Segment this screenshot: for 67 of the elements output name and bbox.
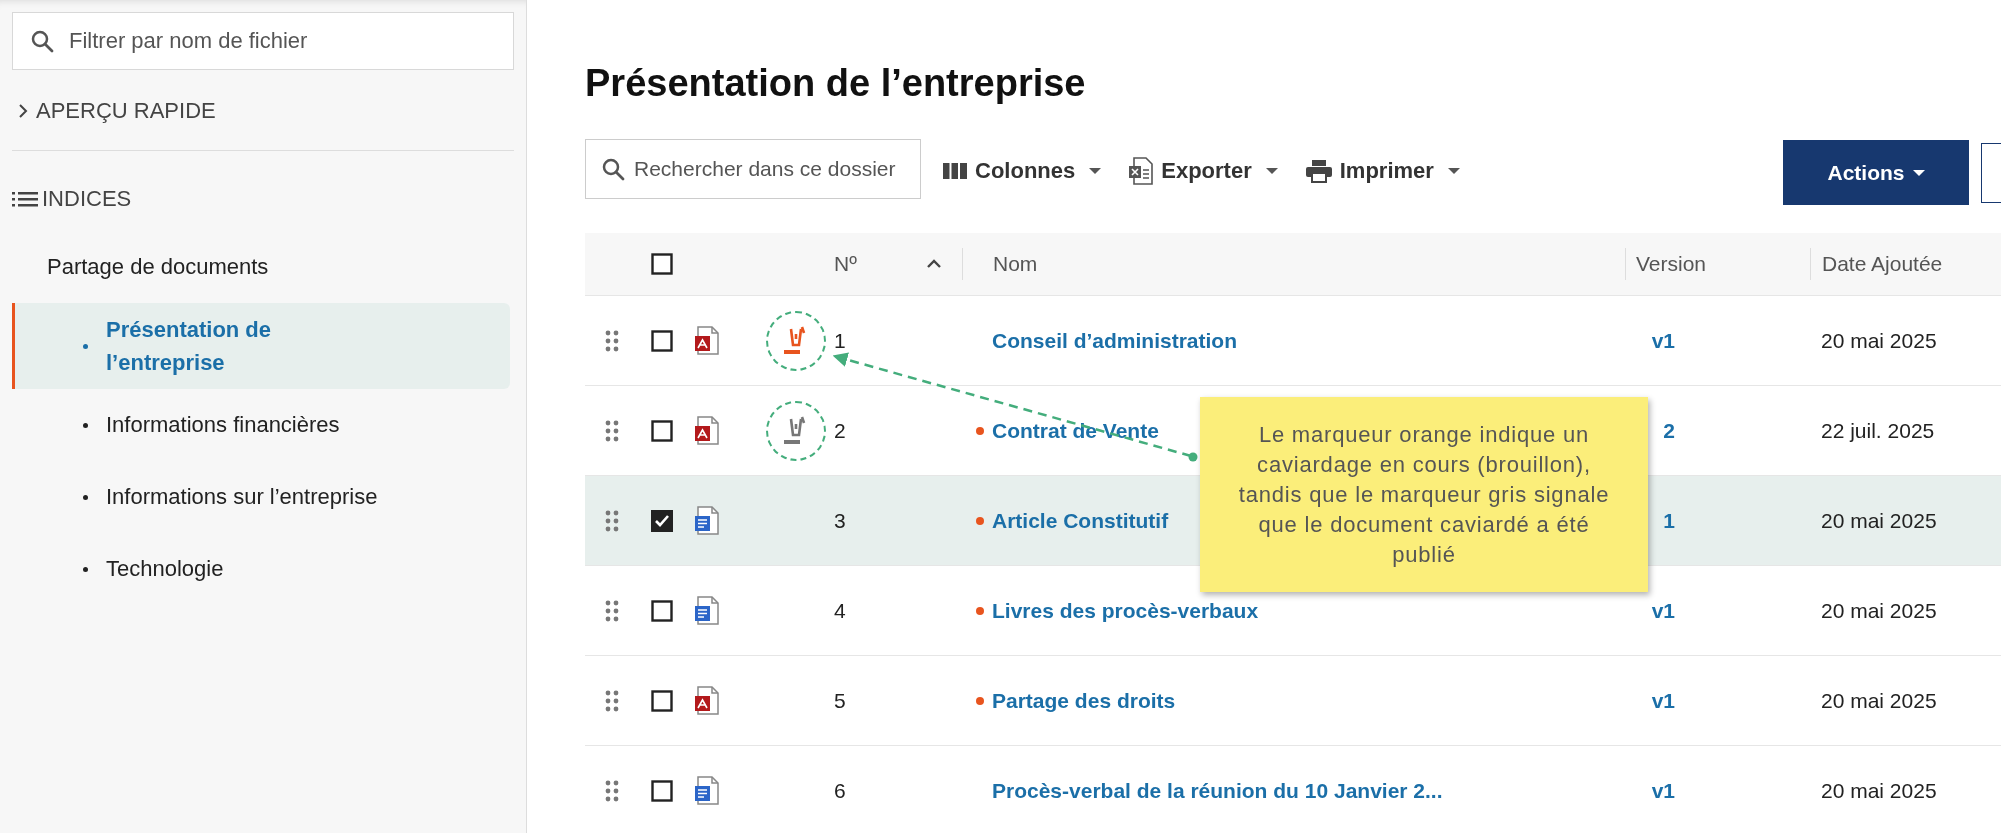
drag-handle-icon	[605, 599, 619, 622]
menu-button[interactable]: Colonnes	[937, 153, 1108, 188]
column-header[interactable]: Nom	[993, 252, 1038, 276]
columns-icon	[943, 160, 967, 181]
list-icon	[12, 190, 38, 208]
table-cell: 4	[834, 598, 846, 622]
chevron-icon	[16, 103, 30, 119]
row-checkbox[interactable]	[651, 329, 673, 352]
tree-item[interactable]: Informations financières	[12, 389, 510, 461]
spreadsheet-icon	[1129, 156, 1154, 185]
table-cell: 5	[834, 688, 846, 712]
tree-item[interactable]: Partage de documents	[47, 245, 269, 289]
section-heading: INDICES	[42, 186, 132, 212]
row-checkbox[interactable]	[651, 509, 673, 532]
table-cell: 20 mai 2025	[1821, 508, 1937, 532]
caret-icon	[1089, 166, 1102, 175]
quick-view-toggle[interactable]: APERÇU RAPIDE	[16, 88, 216, 134]
menu-button[interactable]: Exporter	[1123, 152, 1284, 189]
version-link[interactable]: v1	[1651, 688, 1675, 712]
tree-item[interactable]: Informations sur l’entreprise	[12, 461, 510, 533]
row-checkbox[interactable]	[651, 419, 673, 442]
table-cell: 6	[834, 778, 846, 802]
version-link[interactable]: 2	[1663, 418, 1675, 442]
table-cell: 3	[834, 508, 846, 532]
document-link[interactable]: Partage des droits	[992, 688, 1176, 713]
version-link[interactable]: v1	[1651, 778, 1675, 802]
document-link[interactable]: Livres des procès-verbaux	[992, 598, 1259, 623]
version-link[interactable]: v1	[1651, 328, 1675, 352]
drag-handle-icon	[605, 329, 619, 352]
caret-icon	[1447, 166, 1460, 175]
table-cell: 2	[834, 418, 846, 442]
caret-icon	[1912, 168, 1925, 177]
drag-handle-icon	[605, 689, 619, 712]
version-link[interactable]: v1	[1651, 598, 1675, 622]
document-link[interactable]: Procès-verbal de la réunion du 10 Janvier 2...	[992, 778, 1443, 803]
column-header[interactable]: Nº	[834, 252, 857, 276]
page-title: Présentation de l’entreprise	[585, 61, 1086, 106]
drag-handle-icon	[605, 419, 619, 442]
search-icon	[601, 157, 625, 181]
table-cell: 20 mai 2025	[1821, 778, 1937, 802]
table-cell: 20 mai 2025	[1821, 688, 1937, 712]
table-cell: 20 mai 2025	[1821, 328, 1937, 352]
tree-item[interactable]: Technologie	[12, 533, 510, 605]
document-link[interactable]: Article Constitutif	[992, 508, 1169, 533]
caret-icon	[1265, 166, 1278, 175]
column-header[interactable]: Version	[1636, 252, 1707, 276]
version-link[interactable]: 1	[1663, 508, 1675, 532]
drag-handle-icon	[605, 509, 619, 532]
tree-item[interactable]: Présentation de l’entreprise	[12, 303, 510, 389]
search-field[interactable]: Rechercher dans ce dossier	[585, 139, 921, 199]
table-cell: 20 mai 2025	[1821, 598, 1937, 622]
row-checkbox[interactable]	[651, 689, 673, 712]
filter-field[interactable]: Filtrer par nom de fichier	[12, 12, 514, 70]
row-checkbox[interactable]	[651, 599, 673, 622]
drag-handle-icon	[605, 779, 619, 802]
menu-button[interactable]: Imprimer	[1299, 153, 1466, 188]
select-all-checkbox[interactable]	[651, 253, 673, 275]
table-cell: 1	[834, 328, 846, 352]
document-link[interactable]: Conseil d’administration	[992, 328, 1238, 353]
actions-button[interactable]: Actions	[1783, 140, 1969, 205]
table-cell: 22 juil. 2025	[1821, 418, 1935, 442]
document-link[interactable]: Contrat de Vente	[992, 418, 1159, 443]
row-checkbox[interactable]	[651, 779, 673, 802]
search-icon	[30, 29, 54, 53]
column-header[interactable]: Date Ajoutée	[1822, 252, 1943, 276]
printer-icon	[1305, 158, 1332, 183]
note-tooltip: Le marqueur orange indique un caviardage en cours (brouillon), tandis que le marqueur gris signale que le document caviardé a été publié	[1200, 397, 1648, 592]
